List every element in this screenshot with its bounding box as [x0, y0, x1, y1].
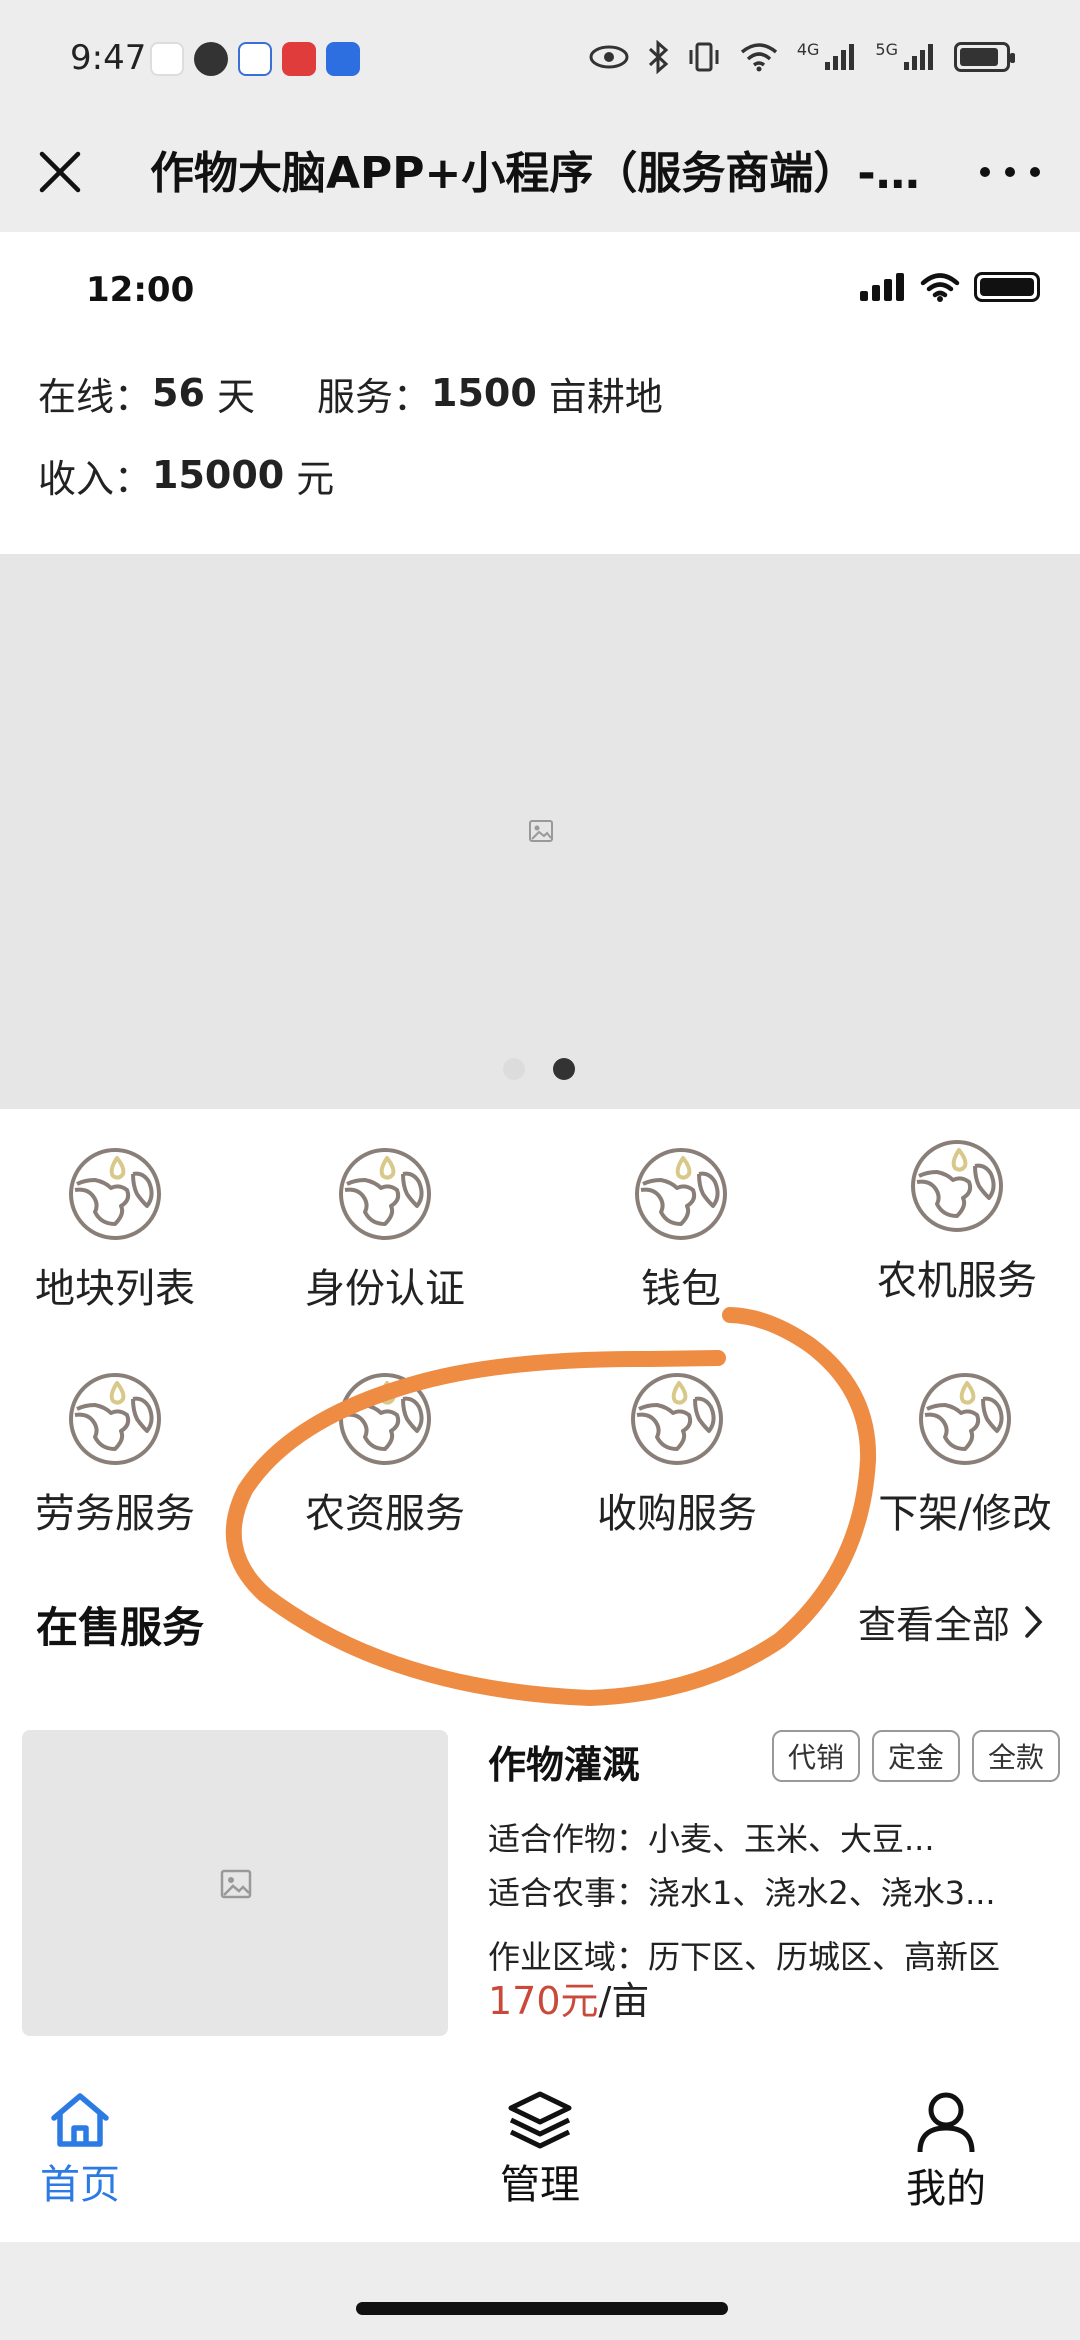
income-unit: 元	[284, 456, 335, 501]
ios-time: 12:00	[86, 270, 195, 310]
more-options-icon[interactable]	[970, 142, 1050, 202]
section-title: 在售服务	[36, 1603, 205, 1652]
view-all-label: 查看全部	[857, 1603, 1010, 1647]
price-unit: /亩	[598, 1979, 650, 2023]
globe-icon	[69, 1148, 161, 1240]
tab-profile[interactable]: 我的	[846, 2090, 1046, 2214]
mock-ios-status-bar: 12:00	[0, 232, 1080, 352]
grid-item-labor-service[interactable]: 劳务服务	[0, 1369, 230, 1539]
grid-item-identity-verification[interactable]: 身份认证	[270, 1144, 500, 1314]
tab-profile-label: 我的	[906, 2166, 986, 2212]
grid-item-label: 农机服务	[877, 1258, 1037, 1304]
service-unit: 亩耕地	[536, 374, 663, 419]
red-book-icon	[282, 42, 316, 76]
close-icon[interactable]	[30, 142, 90, 202]
banner-carousel[interactable]	[0, 554, 1080, 1109]
service-card-image	[22, 1730, 448, 2036]
globe-icon	[631, 1373, 723, 1465]
tab-home[interactable]: 首页	[0, 2090, 180, 2210]
globe-icon	[911, 1140, 1003, 1232]
price-amount: 170元	[488, 1979, 599, 2023]
grid-item-plot-list[interactable]: 地块列表	[0, 1144, 230, 1314]
stats-row-income: 收入： 15000 元	[38, 434, 1042, 516]
grid-item-delist-edit[interactable]: 下架/修改	[850, 1369, 1080, 1539]
service-card[interactable]: 作物灌溉 代销 定金 全款 适合作物：小麦、玉米、大豆... 适合农事：浇水1、…	[22, 1730, 1062, 2040]
view-all-link[interactable]: 查看全部	[858, 1594, 1044, 1649]
globe-icon	[919, 1373, 1011, 1465]
battery-icon	[974, 272, 1040, 302]
service-label: 服务：	[317, 374, 432, 419]
network-5g-label: 5G	[875, 40, 898, 59]
service-area-value: 1500	[431, 371, 537, 415]
tab-manage-label: 管理	[500, 2162, 580, 2208]
grid-item-label: 地块列表	[35, 1266, 195, 1312]
service-card-tags: 代销 定金 全款	[771, 1730, 1060, 1782]
online-days-value: 56	[152, 371, 205, 415]
signal-4g-icon	[825, 44, 855, 70]
tab-home-label: 首页	[40, 2162, 120, 2208]
suitable-crops: 适合作物：小麦、玉米、大豆...	[488, 1820, 935, 1858]
globe-icon	[69, 1373, 161, 1465]
income-value: 15000	[152, 453, 285, 497]
online-label: 在线：	[38, 374, 153, 419]
eye-icon	[589, 45, 629, 69]
grid-item-wallet[interactable]: 钱包	[566, 1144, 796, 1314]
grid-item-label: 钱包	[641, 1266, 721, 1312]
income-label: 收入：	[38, 456, 153, 501]
tab-manage[interactable]: 管理	[440, 2090, 640, 2210]
image-placeholder-icon	[220, 1869, 252, 1899]
grid-item-label: 农资服务	[305, 1491, 465, 1537]
on-sale-section-header: 在售服务 查看全部	[0, 1586, 1080, 1656]
service-price: 170元/亩	[488, 1970, 649, 2025]
baidu-app-icon	[150, 42, 184, 76]
home-icon	[51, 2093, 109, 2147]
home-indicator[interactable]	[356, 2302, 728, 2315]
globe-icon	[339, 1148, 431, 1240]
system-time: 9:47	[70, 38, 147, 78]
tag-consignment: 代销	[771, 1730, 860, 1782]
chevron-right-icon	[1025, 1605, 1043, 1638]
bottom-tab-bar: 首页 管理 我的	[0, 2090, 1080, 2242]
layers-icon	[508, 2091, 572, 2149]
vibrate-icon	[689, 42, 719, 72]
cellular-signal-icon	[860, 273, 904, 301]
ios-indicators	[860, 272, 1040, 302]
globe-icon	[635, 1148, 727, 1240]
grid-item-machinery-service[interactable]: 农机服务	[842, 1136, 1072, 1306]
mini-program-header: 作物大脑APP+小程序（服务商端）-...	[0, 120, 1080, 232]
grid-item-label: 下架/修改	[878, 1491, 1052, 1537]
grid-item-label: 身份认证	[305, 1266, 465, 1312]
notification-icons	[150, 42, 360, 76]
system-indicators: 4G 5G	[589, 40, 1015, 74]
stats-row-online-service: 在线： 56 天 服务： 1500 亩耕地	[38, 352, 1042, 434]
signal-5g-icon	[904, 44, 933, 70]
network-4g-label: 4G	[796, 40, 820, 59]
carousel-dot[interactable]	[503, 1058, 525, 1080]
mini-program-title: 作物大脑APP+小程序（服务商端）-...	[150, 148, 920, 199]
wifi-icon	[740, 43, 777, 72]
carousel-dot-active[interactable]	[553, 1058, 575, 1080]
system-status-bar: 9:47 4G 5G	[0, 0, 1080, 120]
page-content: 12:00 在线： 56 天 服务： 1500 亩耕地 收入： 15000 元	[0, 232, 1080, 2242]
bluetooth-icon	[648, 40, 669, 74]
image-placeholder-icon	[529, 820, 553, 842]
grid-item-label: 劳务服务	[35, 1491, 195, 1537]
chat-bubble-icon	[194, 42, 228, 76]
wifi-icon	[920, 273, 960, 302]
user-icon	[917, 2092, 975, 2153]
battery-icon	[954, 42, 1015, 72]
service-card-title: 作物灌溉	[488, 1743, 641, 1787]
suitable-tasks: 适合农事：浇水1、浇水2、浇水3...	[488, 1874, 996, 1912]
online-unit: 天	[204, 374, 255, 419]
carousel-indicator	[503, 1058, 575, 1080]
blue-app-icon	[326, 42, 360, 76]
grid-item-purchase-service[interactable]: 收购服务	[562, 1369, 792, 1539]
globe-icon	[339, 1373, 431, 1465]
message-app-icon	[238, 42, 272, 76]
tag-deposit: 定金	[871, 1730, 960, 1782]
stats-summary: 在线： 56 天 服务： 1500 亩耕地 收入： 15000 元	[0, 352, 1080, 516]
grid-item-agri-supplies-service[interactable]: 农资服务	[270, 1369, 500, 1539]
tag-full-payment: 全款	[971, 1730, 1060, 1782]
grid-item-label: 收购服务	[597, 1491, 757, 1537]
